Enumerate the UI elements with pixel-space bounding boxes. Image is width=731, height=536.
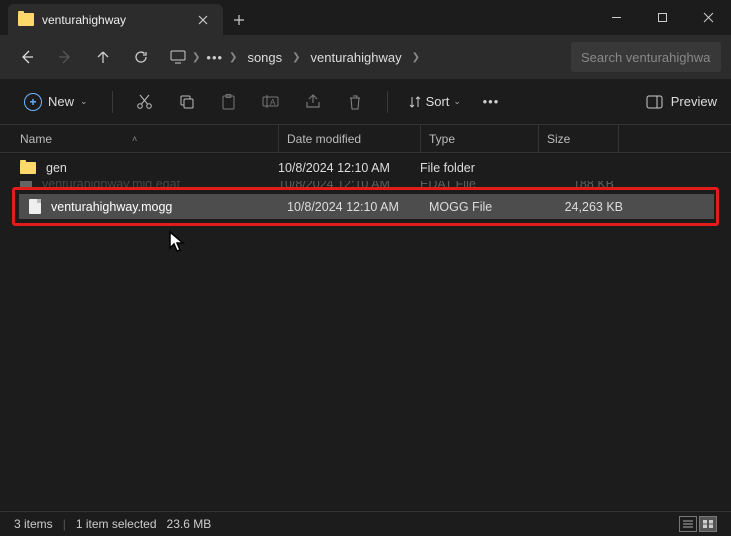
table-row-selected[interactable]: venturahighway.mogg 10/8/2024 12:10 AM M… bbox=[19, 194, 714, 219]
add-tab-button[interactable] bbox=[223, 4, 255, 35]
status-selection-size: 23.6 MB bbox=[167, 517, 212, 531]
folder-icon bbox=[18, 13, 34, 26]
sort-button-label: Sort bbox=[426, 94, 450, 109]
chevron-right-icon: ❯ bbox=[412, 52, 420, 63]
chevron-down-icon: ⌄ bbox=[453, 96, 461, 107]
chevron-down-icon: ⌄ bbox=[80, 96, 88, 107]
delete-button[interactable] bbox=[337, 84, 373, 120]
file-size: 24,263 KB bbox=[547, 200, 627, 214]
more-options-button[interactable]: ••• bbox=[473, 84, 509, 120]
pc-icon bbox=[170, 50, 186, 64]
view-details-button[interactable] bbox=[679, 516, 697, 532]
file-name: venturahighway.mogg bbox=[51, 200, 172, 214]
close-window-button[interactable] bbox=[685, 2, 731, 34]
close-tab-button[interactable] bbox=[195, 12, 211, 28]
file-name: venturahighway.mid.edat bbox=[42, 181, 180, 187]
back-button[interactable] bbox=[10, 40, 44, 74]
highlight-box: venturahighway.mogg 10/8/2024 12:10 AM M… bbox=[12, 187, 719, 226]
file-date: 10/8/2024 12:10 AM bbox=[278, 181, 420, 187]
cut-button[interactable] bbox=[127, 84, 163, 120]
refresh-button[interactable] bbox=[124, 40, 158, 74]
status-item-count: 3 items bbox=[14, 517, 53, 531]
sort-button[interactable]: Sort ⌄ bbox=[402, 94, 467, 109]
table-row[interactable]: gen 10/8/2024 12:10 AM File folder bbox=[10, 157, 721, 179]
file-size: 188 KB bbox=[538, 181, 618, 187]
share-button[interactable] bbox=[295, 84, 331, 120]
preview-button[interactable]: Preview bbox=[646, 94, 717, 109]
chevron-right-icon: ❯ bbox=[229, 52, 237, 63]
preview-pane-icon bbox=[646, 95, 663, 109]
file-icon bbox=[20, 181, 32, 187]
column-header-date[interactable]: Date modified bbox=[278, 125, 420, 152]
forward-button[interactable] bbox=[48, 40, 82, 74]
table-row[interactable]: venturahighway.mid.edat 10/8/2024 12:10 … bbox=[10, 181, 721, 187]
sort-icon bbox=[408, 95, 422, 109]
column-header-name[interactable]: Name bbox=[20, 132, 52, 146]
up-button[interactable] bbox=[86, 40, 120, 74]
rename-button[interactable]: A bbox=[253, 84, 289, 120]
file-date: 10/8/2024 12:10 AM bbox=[287, 200, 429, 214]
preview-button-label: Preview bbox=[671, 94, 717, 109]
divider-icon: | bbox=[63, 517, 66, 531]
window-tab[interactable]: venturahighway bbox=[8, 4, 223, 35]
status-selection: 1 item selected bbox=[76, 517, 157, 531]
file-icon bbox=[29, 199, 41, 214]
tab-title: venturahighway bbox=[42, 13, 187, 27]
column-header-size[interactable]: Size bbox=[538, 125, 618, 152]
breadcrumb[interactable]: ❯ ••• ❯ songs ❯ venturahighway ❯ bbox=[170, 48, 567, 67]
chevron-right-icon: ❯ bbox=[292, 52, 300, 63]
file-name: gen bbox=[46, 161, 67, 175]
file-type: MOGG File bbox=[429, 200, 547, 214]
minimize-button[interactable] bbox=[593, 2, 639, 34]
maximize-button[interactable] bbox=[639, 2, 685, 34]
column-header-type[interactable]: Type bbox=[420, 125, 538, 152]
folder-icon bbox=[20, 162, 36, 174]
breadcrumb-parent[interactable]: songs bbox=[243, 48, 286, 67]
sort-indicator-icon: ˄ bbox=[132, 134, 137, 144]
file-date: 10/8/2024 12:10 AM bbox=[278, 161, 420, 175]
plus-circle-icon: + bbox=[24, 93, 42, 111]
view-icons-button[interactable] bbox=[699, 516, 717, 532]
new-button-label: New bbox=[48, 94, 74, 109]
file-type: EDAT File bbox=[420, 181, 538, 187]
search-input[interactable] bbox=[571, 42, 721, 72]
svg-text:A: A bbox=[270, 98, 276, 107]
file-type: File folder bbox=[420, 161, 538, 175]
cursor-icon bbox=[168, 230, 188, 254]
paste-button[interactable] bbox=[211, 84, 247, 120]
new-button[interactable]: + New ⌄ bbox=[14, 89, 98, 115]
breadcrumb-current[interactable]: venturahighway bbox=[307, 48, 406, 67]
chevron-right-icon: ❯ bbox=[192, 52, 200, 63]
copy-button[interactable] bbox=[169, 84, 205, 120]
ellipsis-icon[interactable]: ••• bbox=[206, 50, 223, 65]
